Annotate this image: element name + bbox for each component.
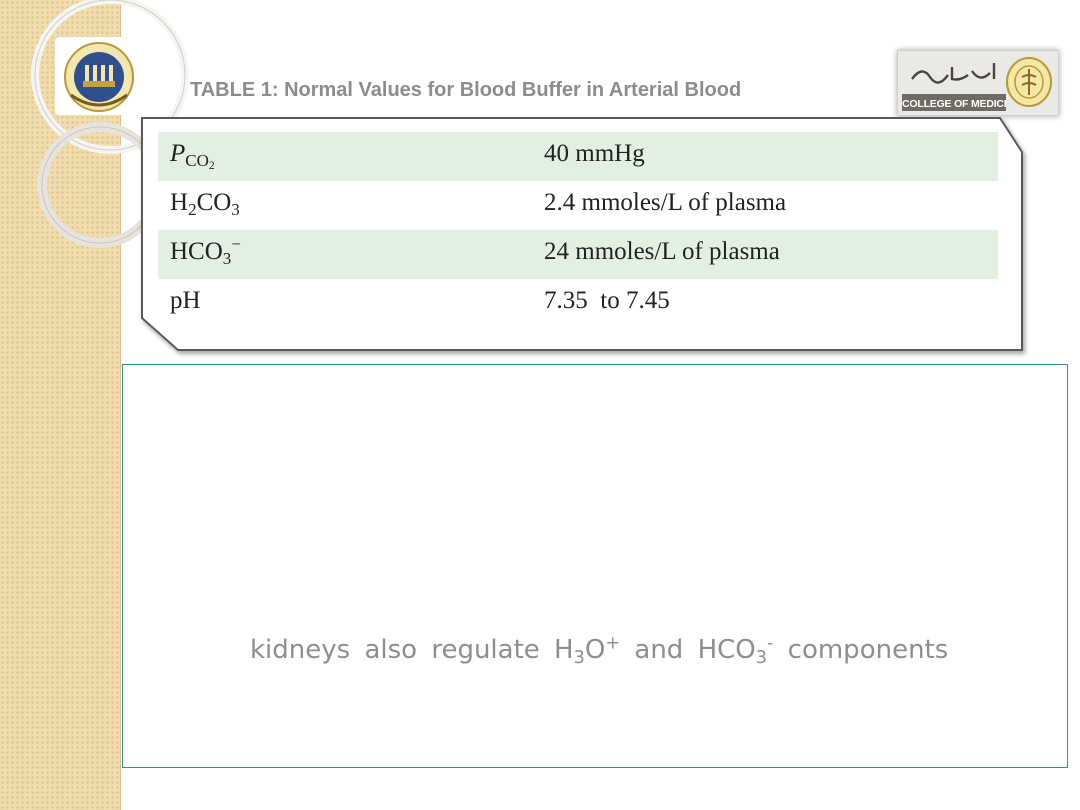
value-cell: 24 mmoles/L of plasma <box>544 238 780 265</box>
parameter-cell: HCO3− <box>170 234 241 268</box>
parameter-cell: H2CO3 <box>170 189 240 219</box>
table-row: PCO2 40 mmHg <box>158 132 998 181</box>
body-sentence: kidneys also regulate H3O+ and HCO3- com… <box>250 633 949 668</box>
table-row: pH 7.35 to 7.45 <box>158 279 998 328</box>
value-cell: 7.35 to 7.45 <box>544 287 670 314</box>
table-row: H2CO3 2.4 mmoles/L of plasma <box>158 181 998 230</box>
blood-buffer-table: PCO2 40 mmHg H2CO3 2.4 mmoles/L of plasm… <box>158 132 998 328</box>
slide-content-box: kidneys also regulate H3O+ and HCO3- com… <box>122 364 1068 768</box>
parameter-cell: PCO2 <box>170 140 215 172</box>
value-cell: 2.4 mmoles/L of plasma <box>544 189 787 216</box>
value-cell: 40 mmHg <box>544 140 645 167</box>
table-row: HCO3− 24 mmoles/L of plasma <box>158 230 998 279</box>
parameter-cell: pH <box>170 287 201 314</box>
